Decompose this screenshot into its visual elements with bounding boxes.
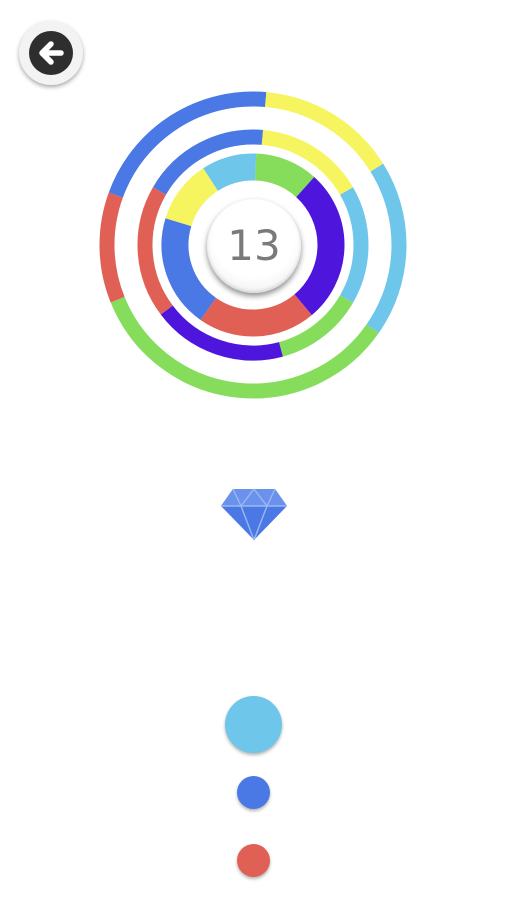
queued-ball	[237, 844, 270, 877]
next-ball	[225, 696, 282, 753]
ring-segment-green	[254, 153, 315, 198]
ring-segment-light-blue	[203, 153, 257, 192]
ring-segment-light-blue	[366, 163, 407, 334]
ring-segment-blue	[161, 218, 217, 320]
ring-segment-light-blue	[339, 187, 369, 303]
score-display: 13	[207, 199, 301, 293]
score-value: 13	[227, 221, 281, 270]
queued-ball	[237, 776, 270, 809]
ring-segment-purple	[294, 177, 345, 316]
ring-segment-red	[200, 294, 312, 337]
ring-segment-yellow	[165, 168, 219, 227]
ring-segment-red	[99, 192, 125, 303]
gem-icon	[221, 488, 287, 541]
